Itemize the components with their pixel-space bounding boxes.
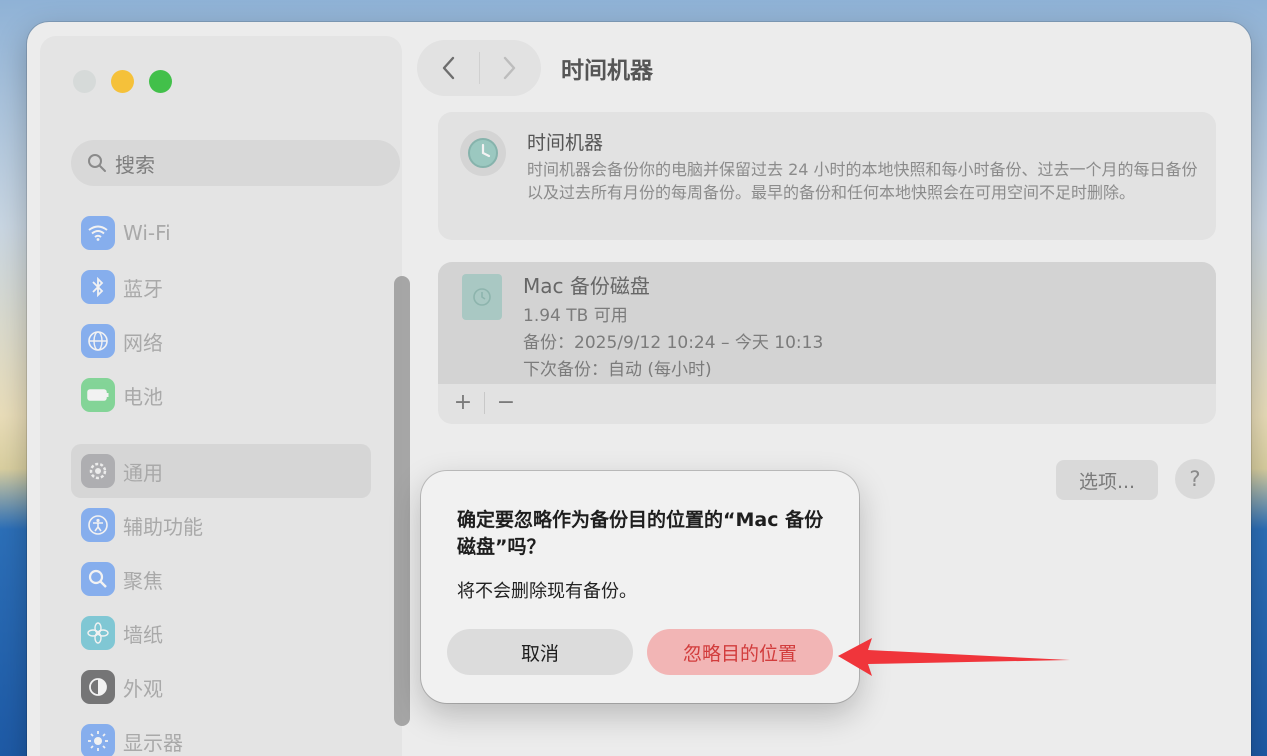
sidebar-item-label: 电池 — [123, 384, 163, 409]
time-machine-info-card: 时间机器 时间机器会备份你的电脑并保留过去 24 小时的本地快照和每小时备份、过… — [438, 112, 1216, 240]
sidebar: 搜索 Wi-Fi 蓝牙 网络 电池 通用 辅助功能 聚焦 墙纸 外观 显示器 — [40, 36, 410, 756]
sun-icon — [81, 724, 115, 756]
sidebar-item-spotlight[interactable]: 聚焦 — [71, 552, 371, 606]
dialog-title: 确定要忽略作为备份目的位置的“Mac 备份磁盘”吗？ — [457, 509, 824, 558]
sidebar-scrollbar[interactable] — [394, 276, 410, 726]
sidebar-item-displays[interactable]: 显示器 — [71, 714, 371, 756]
sidebar-item-bluetooth[interactable]: 蓝牙 — [71, 260, 371, 314]
ignore-destination-button[interactable]: 忽略目的位置 — [647, 629, 833, 675]
appearance-icon — [81, 670, 115, 704]
sidebar-item-appearance[interactable]: 外观 — [71, 660, 371, 714]
sidebar-item-label: 外观 — [123, 676, 163, 701]
page-title: 时间机器 — [561, 58, 653, 84]
backup-disk-icon — [462, 274, 502, 320]
sidebar-item-accessibility[interactable]: 辅助功能 — [71, 498, 371, 552]
sidebar-item-label: 通用 — [123, 460, 163, 485]
sidebar-item-network[interactable]: 网络 — [71, 314, 371, 368]
sidebar-item-label: 显示器 — [123, 730, 183, 755]
disk-name: Mac 备份磁盘 — [523, 274, 650, 298]
bluetooth-icon — [81, 270, 115, 304]
history-nav — [417, 40, 541, 96]
battery-icon — [81, 378, 115, 412]
options-button[interactable]: 选项... — [1056, 460, 1158, 500]
sidebar-item-wallpaper[interactable]: 墙纸 — [71, 606, 371, 660]
disk-backups: 备份：2025/9/12 10:24 – 今天 10:13 — [523, 333, 824, 353]
flower-icon — [81, 616, 115, 650]
minimize-window-button[interactable] — [111, 70, 134, 93]
chevron-right-icon — [504, 56, 516, 80]
accessibility-icon — [81, 508, 115, 542]
forward-button[interactable] — [479, 40, 541, 96]
time-machine-icon — [460, 130, 506, 176]
sidebar-item-label: 蓝牙 — [123, 276, 163, 301]
sidebar-item-label: 墙纸 — [123, 622, 163, 647]
back-button[interactable] — [417, 40, 479, 96]
backup-disk-card: Mac 备份磁盘 1.94 TB 可用 备份：2025/9/12 10:24 –… — [438, 262, 1216, 424]
sidebar-item-battery[interactable]: 电池 — [71, 368, 371, 422]
annotation-arrow-icon — [838, 638, 1070, 676]
search-input[interactable]: 搜索 — [71, 140, 400, 186]
toolbar: 时间机器 — [417, 40, 653, 96]
sidebar-item-general[interactable]: 通用 — [71, 444, 371, 498]
close-window-button[interactable] — [73, 70, 96, 93]
wifi-icon — [81, 216, 115, 250]
window-controls — [73, 70, 172, 93]
sidebar-item-label: Wi-Fi — [123, 221, 171, 245]
disk-actions: + − — [446, 390, 523, 415]
magnifier-icon — [81, 562, 115, 596]
gear-icon — [81, 454, 115, 488]
dialog-message: 将不会删除现有备份。 — [457, 581, 637, 602]
info-card-title: 时间机器 — [527, 132, 604, 154]
info-card-description: 时间机器会备份你的电脑并保留过去 24 小时的本地快照和每小时备份、过去一个月的… — [527, 160, 1198, 202]
sidebar-nav: Wi-Fi 蓝牙 网络 电池 通用 辅助功能 聚焦 墙纸 外观 显示器 — [71, 206, 371, 756]
disk-next-backup: 下次备份：自动 (每小时) — [523, 360, 712, 380]
add-disk-button[interactable]: + — [446, 390, 480, 415]
remove-disk-button[interactable]: − — [489, 390, 523, 415]
help-button[interactable]: ? — [1175, 459, 1215, 499]
globe-icon — [81, 324, 115, 358]
disk-available: 1.94 TB 可用 — [523, 306, 628, 326]
sidebar-item-label: 网络 — [123, 330, 163, 355]
sidebar-item-label: 聚焦 — [123, 568, 163, 593]
confirm-ignore-dialog: 确定要忽略作为备份目的位置的“Mac 备份磁盘”吗？ 将不会删除现有备份。 取消… — [421, 471, 859, 703]
zoom-window-button[interactable] — [149, 70, 172, 93]
backup-disk-row[interactable]: Mac 备份磁盘 1.94 TB 可用 备份：2025/9/12 10:24 –… — [438, 262, 1216, 384]
sidebar-item-label: 辅助功能 — [123, 514, 203, 539]
search-placeholder: 搜索 — [115, 152, 155, 177]
chevron-left-icon — [442, 56, 454, 80]
cancel-button[interactable]: 取消 — [447, 629, 633, 675]
search-icon — [88, 154, 106, 172]
sidebar-item-wifi[interactable]: Wi-Fi — [71, 206, 371, 260]
